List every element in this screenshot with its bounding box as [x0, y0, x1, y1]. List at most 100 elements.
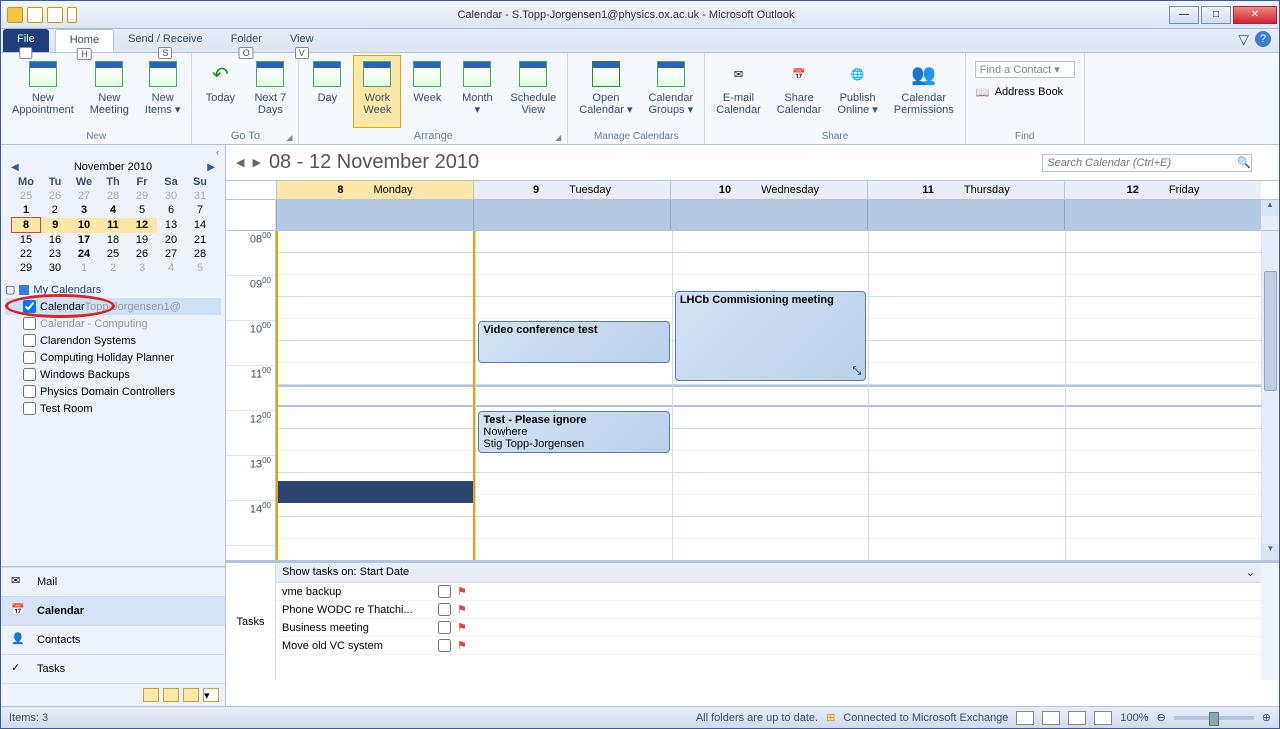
qat-btn-1[interactable] [27, 7, 43, 23]
nav-tasks[interactable]: ✓Tasks [1, 654, 225, 683]
appointment-test[interactable]: Test - Please ignoreNowhereStig Topp-Jor… [478, 411, 669, 453]
mini-cal-grid[interactable]: MoTuWeThFrSaSu 25262728293031 1234567 89… [11, 175, 215, 275]
tab-home[interactable]: HomeH [55, 29, 114, 52]
day-header[interactable]: 10Wednesday [670, 181, 867, 199]
day-header[interactable]: 9Tuesday [473, 181, 670, 199]
find-contact-input[interactable]: Find a Contact ▾ [970, 59, 1080, 80]
scroll-up-icon[interactable]: ▲ [1261, 200, 1279, 216]
task-row[interactable]: vme backup⚑ [276, 583, 1261, 601]
time-grid[interactable]: 0800090010001100120013001400 Video confe… [226, 230, 1279, 560]
view-people-icon[interactable] [1094, 711, 1112, 725]
week-view-button[interactable]: Week [403, 55, 451, 128]
tab-folder[interactable]: FolderO [217, 29, 276, 52]
scrollbar-thumb[interactable] [1264, 271, 1277, 391]
task-row[interactable]: Phone WODC re Thatchi...⚑ [276, 601, 1261, 619]
zoom-out-icon[interactable]: ⊖ [1157, 711, 1166, 724]
next-month-icon[interactable]: ▶ [207, 162, 215, 173]
view-list-icon[interactable] [1068, 711, 1086, 725]
month-view-button[interactable]: Month▾ [453, 55, 501, 128]
nav-contacts[interactable]: 👤Contacts [1, 625, 225, 654]
calendar-item[interactable]: Windows Backups [5, 366, 221, 383]
flag-icon[interactable]: ⚑ [457, 621, 467, 634]
calendar-item[interactable]: Calendar - Computing [5, 315, 221, 332]
shortcuts-icon[interactable] [183, 688, 199, 702]
my-calendars-header[interactable]: ▢My Calendars [5, 281, 221, 298]
today-button[interactable]: ↶Today [196, 55, 244, 128]
next-7-days-button[interactable]: Next 7Days [246, 55, 294, 128]
email-calendar-button[interactable]: ✉E-mailCalendar [709, 55, 768, 129]
mini-calendar[interactable]: ◀ November 2010 ▶ MoTuWeThFrSaSu 2526272… [1, 159, 225, 275]
new-appointment-button[interactable]: NewAppointment [5, 55, 81, 129]
share-calendar-button[interactable]: 📅ShareCalendar [770, 55, 829, 129]
dialog-launcher-icon[interactable]: ◢ [555, 133, 561, 142]
email-icon: ✉ [722, 58, 754, 90]
tasks-header[interactable]: Show tasks on: Start Date⌄ [276, 563, 1261, 583]
zoom-in-icon[interactable]: ⊕ [1262, 711, 1271, 724]
minimize-ribbon-icon[interactable]: ▽ [1238, 31, 1249, 48]
scrollbar[interactable]: ▼ [1261, 231, 1279, 560]
selected-timeslot[interactable] [278, 481, 473, 503]
all-day-row[interactable]: ▲ [226, 200, 1279, 230]
calendar-item[interactable]: Clarendon Systems [5, 332, 221, 349]
navigation-buttons: ✉Mail 📅Calendar 👤Contacts ✓Tasks ▾ [1, 566, 225, 706]
maximize-button[interactable]: □ [1201, 6, 1231, 24]
day-tuesday[interactable]: Video conference test Test - Please igno… [475, 231, 671, 560]
scroll-down-icon[interactable]: ▼ [1262, 544, 1279, 560]
day-wednesday[interactable]: LHCb Commisioning meeting⤡ [672, 231, 868, 560]
view-reading-icon[interactable] [1042, 711, 1060, 725]
tab-send-receive[interactable]: Send / ReceiveS [114, 29, 217, 52]
next-week-icon[interactable]: ▶ [252, 156, 260, 169]
notes-shortcut-icon[interactable] [143, 688, 159, 702]
new-meeting-button[interactable]: NewMeeting [83, 55, 136, 129]
schedule-view-button[interactable]: ScheduleView [503, 55, 563, 128]
prev-month-icon[interactable]: ◀ [11, 162, 19, 173]
day-header[interactable]: 8Monday [276, 181, 473, 199]
search-icon[interactable]: 🔍 [1237, 157, 1251, 169]
address-book-button[interactable]: 📖Address Book [970, 82, 1068, 102]
minimize-button[interactable]: — [1169, 6, 1199, 24]
calendar-item[interactable]: Physics Domain Controllers [5, 383, 221, 400]
help-icon[interactable]: ? [1255, 31, 1271, 47]
task-row[interactable]: Move old VC system⚑ [276, 637, 1261, 655]
title-bar: Calendar - S.Topp-Jorgensen1@physics.ox.… [1, 1, 1279, 29]
nav-mail[interactable]: ✉Mail [1, 567, 225, 596]
appointment-video-conf[interactable]: Video conference test [478, 321, 669, 363]
prev-week-icon[interactable]: ◀ [236, 156, 244, 169]
tab-view[interactable]: ViewV [276, 29, 328, 52]
configure-buttons-icon[interactable]: ▾ [203, 688, 219, 702]
new-items-button[interactable]: NewItems ▾ [138, 55, 187, 129]
search-box[interactable]: 🔍 [1042, 154, 1269, 172]
close-button[interactable]: ✕ [1233, 6, 1277, 24]
flag-icon[interactable]: ⚑ [457, 585, 467, 598]
qat-btn-2[interactable] [47, 7, 63, 23]
collapse-pane-icon[interactable]: ‹ [1, 145, 225, 159]
day-header[interactable]: 11Thursday [867, 181, 1064, 199]
qat-btn-3[interactable] [67, 7, 77, 23]
appointment-lhcb[interactable]: LHCb Commisioning meeting⤡ [675, 291, 866, 381]
calendar-item[interactable]: CalendarTopp-Jorgensen1@ [5, 298, 221, 315]
nav-calendar[interactable]: 📅Calendar [1, 596, 225, 625]
folder-shortcut-icon[interactable] [163, 688, 179, 702]
calendar-item[interactable]: Test Room [5, 400, 221, 417]
search-input[interactable] [1042, 154, 1252, 172]
dialog-launcher-icon[interactable]: ◢ [286, 133, 292, 142]
flag-icon[interactable]: ⚑ [457, 603, 467, 616]
day-header[interactable]: 12Friday [1064, 181, 1261, 199]
tab-file[interactable]: FileF [3, 29, 49, 52]
day-monday[interactable] [276, 231, 475, 560]
publish-online-button[interactable]: 🌐PublishOnline ▾ [830, 55, 884, 129]
calendar-groups-button[interactable]: CalendarGroups ▾ [641, 55, 700, 129]
view-normal-icon[interactable] [1016, 711, 1034, 725]
resize-handle-icon[interactable]: ⤡ [852, 365, 861, 378]
expand-tasks-icon[interactable]: ⌄ [1246, 566, 1255, 579]
task-row[interactable]: Business meeting⚑ [276, 619, 1261, 637]
day-view-button[interactable]: Day [303, 55, 351, 128]
day-thursday[interactable] [868, 231, 1064, 560]
day-friday[interactable] [1065, 231, 1261, 560]
calendar-item[interactable]: Computing Holiday Planner [5, 349, 221, 366]
flag-icon[interactable]: ⚑ [457, 639, 467, 652]
permissions-button[interactable]: 👥CalendarPermissions [887, 55, 961, 129]
open-calendar-button[interactable]: OpenCalendar ▾ [572, 55, 639, 129]
zoom-slider[interactable] [1174, 716, 1254, 720]
work-week-view-button[interactable]: WorkWeek [353, 55, 401, 128]
